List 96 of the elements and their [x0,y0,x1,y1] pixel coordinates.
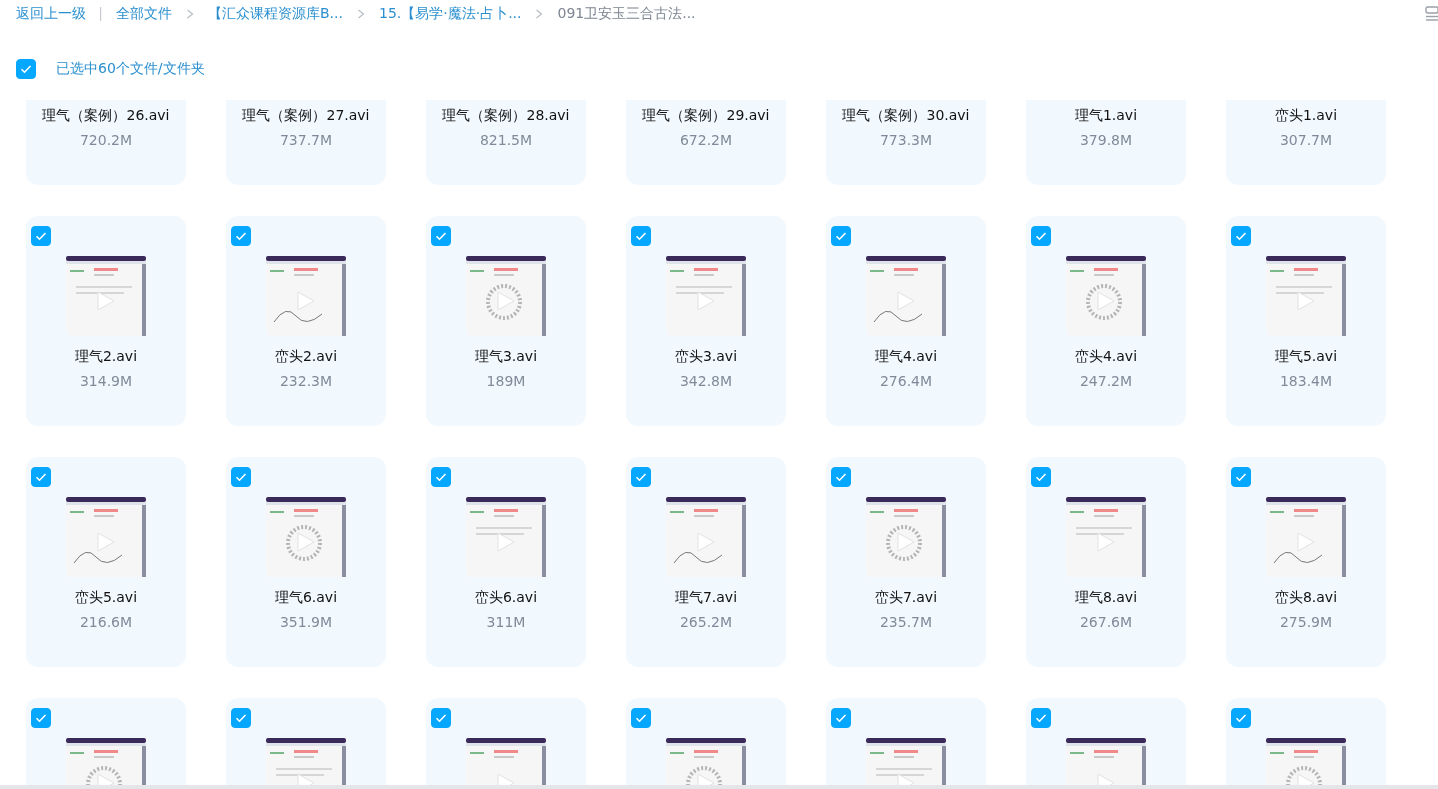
file-checkbox[interactable] [31,708,51,728]
file-name: 理气（案例）27.avi [242,106,370,125]
select-all-checkbox[interactable] [16,59,36,79]
file-size: 247.2M [1079,372,1133,391]
breadcrumb-item[interactable]: 091卫安玉三合古法... [557,5,696,23]
file-name: 理气1.avi [1073,106,1139,125]
file-checkbox[interactable] [631,467,651,487]
file-checkbox[interactable] [231,226,251,246]
file-card[interactable]: 理气7.avi 265.2M [626,457,786,667]
file-name: 理气2.avi [73,347,139,366]
file-size: 232.3M [279,372,333,391]
chevron-icon [356,9,365,19]
file-card[interactable]: 理气2.avi 314.9M [26,216,186,426]
breadcrumb-item[interactable]: 【汇众课程资源库B... [208,5,343,23]
file-card[interactable]: 峦头6.avi 311M [426,457,586,667]
file-size: 189M [486,372,526,391]
file-checkbox[interactable] [1231,708,1251,728]
file-card[interactable]: 理气（案例）29.avi 672.2M [626,100,786,185]
file-card[interactable]: 峦头2.avi 232.3M [226,216,386,426]
file-checkbox[interactable] [831,226,851,246]
file-size: 183.4M [1279,372,1333,391]
file-name: 峦头4.avi [1073,347,1139,366]
file-name: 理气（案例）28.avi [442,106,570,125]
file-size: 235.7M [879,613,933,632]
file-checkbox[interactable] [231,467,251,487]
file-card[interactable]: 峦头5.avi 216.6M [26,457,186,667]
file-name: 理气3.avi [473,347,539,366]
chevron-icon [535,9,544,19]
file-card[interactable]: 理气4.avi 276.4M [826,216,986,426]
file-name: 理气8.avi [1073,588,1139,607]
file-checkbox[interactable] [231,708,251,728]
file-name: 峦头7.avi [873,588,939,607]
file-card[interactable]: 理气3.avi 189M [426,216,586,426]
file-card[interactable]: 理气（案例）30.avi 773.3M [826,100,986,185]
file-checkbox[interactable] [831,467,851,487]
file-card[interactable]: 峦头3.avi 342.8M [626,216,786,426]
file-checkbox[interactable] [1031,226,1051,246]
file-name: 理气（案例）30.avi [842,106,970,125]
file-size: 314.9M [79,372,133,391]
file-size: 379.8M [1079,131,1133,150]
file-size: 672.2M [679,131,733,150]
file-size: 311M [486,613,526,632]
file-checkbox[interactable] [431,708,451,728]
file-name: 理气（案例）29.avi [642,106,770,125]
file-card[interactable]: 理气（案例）26.avi 720.2M [26,100,186,185]
file-name: 理气（案例）26.avi [42,106,170,125]
file-card[interactable]: 峦头4.avi 247.2M [1026,216,1186,426]
file-card[interactable]: 理气8.avi 267.6M [1026,457,1186,667]
file-name: 峦头3.avi [673,347,739,366]
file-name: 峦头2.avi [273,347,339,366]
file-checkbox[interactable] [831,708,851,728]
file-size: 216.6M [79,613,133,632]
file-card[interactable]: 理气（案例）27.avi 737.7M [226,100,386,185]
file-card[interactable]: 峦头1.avi 307.7M [1226,100,1386,185]
file-checkbox[interactable] [1231,226,1251,246]
selection-count: 已选中60个文件/文件夹 [56,60,205,78]
file-size: 275.9M [1279,613,1333,632]
file-card[interactable]: 峦头7.avi 235.7M [826,457,986,667]
file-name: 峦头1.avi [1273,106,1339,125]
file-card[interactable]: 理气6.avi 351.9M [226,457,386,667]
list-view-icon[interactable] [1425,6,1438,22]
file-card[interactable]: 理气5.avi 183.4M [1226,216,1386,426]
file-size: 307.7M [1279,131,1333,150]
chevron-icon [186,9,194,19]
file-checkbox[interactable] [31,467,51,487]
file-name: 理气5.avi [1273,347,1339,366]
file-name: 峦头5.avi [73,588,139,607]
file-size: 351.9M [279,613,333,632]
file-size: 342.8M [679,372,733,391]
file-name: 理气7.avi [673,588,739,607]
file-checkbox[interactable] [431,467,451,487]
file-name: 理气4.avi [873,347,939,366]
file-size: 737.7M [279,131,333,150]
file-size: 720.2M [79,131,133,150]
file-size: 821.5M [479,131,533,150]
file-size: 773.3M [879,131,933,150]
divider-icon [100,7,102,21]
file-card[interactable]: 理气1.avi 379.8M [1026,100,1186,185]
back-link[interactable]: 返回上一级 [16,5,86,23]
file-card[interactable]: 峦头8.avi 275.9M [1226,457,1386,667]
file-checkbox[interactable] [1231,467,1251,487]
file-card[interactable]: 理气（案例）28.avi 821.5M [426,100,586,185]
file-size: 267.6M [1079,613,1133,632]
file-name: 峦头8.avi [1273,588,1339,607]
file-name: 理气6.avi [273,588,339,607]
file-name: 峦头6.avi [473,588,539,607]
file-checkbox[interactable] [631,226,651,246]
file-checkbox[interactable] [431,226,451,246]
file-checkbox[interactable] [1031,708,1051,728]
breadcrumb-item[interactable]: 全部文件 [116,5,172,23]
file-checkbox[interactable] [631,708,651,728]
breadcrumb-item[interactable]: 15.【易学·魔法·占卜... [378,5,522,23]
file-checkbox[interactable] [31,226,51,246]
file-size: 276.4M [879,372,933,391]
file-size: 265.2M [679,613,733,632]
file-checkbox[interactable] [1031,467,1051,487]
